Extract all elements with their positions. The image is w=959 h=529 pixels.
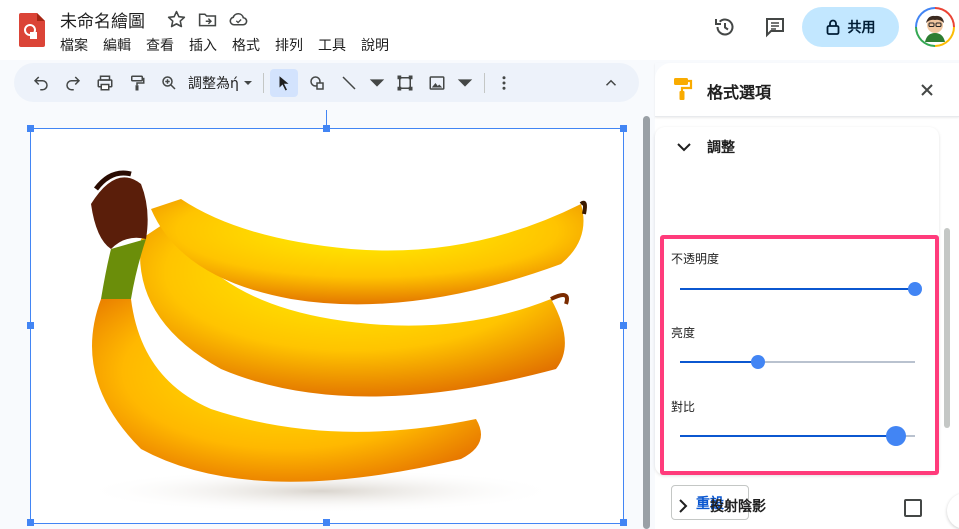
- lock-icon: [826, 19, 839, 35]
- collapse-toolbar-button[interactable]: [598, 69, 624, 97]
- opacity-label: 不透明度: [671, 252, 720, 266]
- drop-shadow-row[interactable]: 投射陰影: [655, 483, 939, 529]
- chevron-up-icon: [605, 79, 617, 86]
- undo-icon: [33, 75, 48, 90]
- opacity-slider-fill: [680, 288, 915, 290]
- format-options-panel: 格式選項 調整 不透明度 亮度 對比 重設 投射陰影: [655, 63, 959, 529]
- resize-handle-top-right[interactable]: [620, 125, 627, 132]
- resize-handle-bottom-left[interactable]: [27, 519, 34, 526]
- panel-header: 格式選項: [655, 63, 959, 117]
- zoom-fit-label: 調整為ή: [188, 75, 239, 92]
- insert-image-button[interactable]: [424, 69, 450, 97]
- history-icon: [715, 18, 734, 36]
- adjustments-card: 調整 不透明度 亮度 對比 重設: [655, 127, 939, 520]
- menu-help[interactable]: 說明: [361, 35, 389, 55]
- select-tool-button[interactable]: [269, 68, 298, 97]
- chevron-down-icon: [677, 143, 691, 152]
- app-header: 未命名繪圖 檔案 編輯 查看 插入 格式 排列 工具 說明 共用: [0, 0, 959, 60]
- drop-shadow-checkbox[interactable]: [904, 499, 922, 517]
- zoom-icon: [162, 75, 176, 90]
- move-folder-icon[interactable]: [197, 9, 218, 30]
- line-icon: [342, 75, 356, 90]
- menu-arrange[interactable]: 排列: [275, 35, 303, 55]
- title-actions: [166, 9, 249, 30]
- zoom-button[interactable]: [156, 69, 182, 97]
- more-vert-icon: [502, 75, 506, 90]
- panel-title: 格式選項: [707, 83, 772, 102]
- brightness-slider-knob[interactable]: [750, 355, 765, 369]
- opacity-slider-knob[interactable]: [908, 282, 922, 296]
- main-toolbar: 調整為ή: [14, 63, 639, 102]
- paint-roller-icon: [674, 78, 693, 100]
- chevron-right-icon: [679, 499, 688, 513]
- toolbar-divider: [262, 72, 264, 93]
- avatar-face: [917, 9, 953, 45]
- user-avatar-icon: [925, 15, 945, 42]
- share-button[interactable]: 共用: [802, 7, 899, 47]
- caret-down-icon: [369, 78, 385, 87]
- drawings-app: 未命名繪圖 檔案 編輯 查看 插入 格式 排列 工具 說明 共用 調整為ή 格式…: [0, 0, 959, 529]
- print-icon: [97, 75, 113, 90]
- cloud-saved-icon[interactable]: [228, 9, 249, 30]
- redo-icon: [66, 75, 81, 90]
- line-tool-dropdown[interactable]: [368, 69, 386, 97]
- selected-image[interactable]: [30, 128, 624, 524]
- menu-view[interactable]: 查看: [146, 35, 174, 55]
- account-avatar[interactable]: [915, 7, 955, 47]
- panel-scrollbar[interactable]: [944, 228, 950, 428]
- adjustments-section-label: 調整: [707, 140, 735, 156]
- banana-image: [81, 170, 587, 513]
- menu-insert[interactable]: 插入: [189, 35, 217, 55]
- text-box-icon: [397, 75, 413, 90]
- contrast-slider-fill: [680, 435, 897, 437]
- caret-down-icon: [457, 78, 473, 87]
- cursor-arrow-icon: [279, 75, 289, 90]
- menu-edit[interactable]: 編輯: [103, 35, 131, 55]
- brightness-label: 亮度: [671, 326, 696, 340]
- redo-button[interactable]: [60, 69, 86, 97]
- more-options-button[interactable]: [491, 69, 517, 97]
- zoom-fit-dropdown[interactable]: 調整為ή: [188, 73, 253, 93]
- drop-shadow-label: 投射陰影: [710, 499, 766, 515]
- star-icon[interactable]: [166, 9, 187, 30]
- menu-format[interactable]: 格式: [232, 35, 260, 55]
- line-tool-button[interactable]: [336, 69, 362, 97]
- resize-handle-top-left[interactable]: [27, 125, 34, 132]
- image-icon: [429, 75, 445, 90]
- close-icon[interactable]: [917, 80, 937, 100]
- toolbar-divider: [483, 72, 485, 93]
- paint-format-icon: [131, 75, 145, 90]
- insert-image-dropdown[interactable]: [456, 69, 474, 97]
- menu-bar: 檔案 編輯 查看 插入 格式 排列 工具 說明: [60, 35, 404, 55]
- brightness-slider-fill: [680, 361, 758, 363]
- comment-icon: [766, 18, 784, 38]
- menu-file[interactable]: 檔案: [60, 35, 88, 55]
- undo-button[interactable]: [28, 69, 54, 97]
- adjustments-section-toggle[interactable]: 調整: [675, 137, 735, 157]
- menu-tools[interactable]: 工具: [318, 35, 346, 55]
- resize-handle-bottom[interactable]: [323, 519, 330, 526]
- text-box-button[interactable]: [392, 69, 418, 97]
- contrast-label: 對比: [671, 400, 696, 414]
- paint-format-button[interactable]: [124, 69, 150, 97]
- share-label: 共用: [847, 20, 876, 36]
- panel-side-tab[interactable]: [947, 493, 959, 529]
- resize-handle-top[interactable]: [323, 125, 330, 132]
- canvas-scrollbar[interactable]: [643, 116, 650, 529]
- print-button[interactable]: [92, 69, 118, 97]
- caret-down-icon: [243, 80, 252, 85]
- resize-handle-right[interactable]: [620, 322, 627, 329]
- shapes-icon: [310, 75, 324, 90]
- document-title[interactable]: 未命名繪圖: [60, 7, 145, 32]
- resize-handle-left[interactable]: [27, 322, 34, 329]
- drawings-logo-icon[interactable]: [19, 13, 45, 47]
- shape-tool-button[interactable]: [304, 69, 330, 97]
- resize-handle-bottom-right[interactable]: [620, 519, 627, 526]
- version-history-button[interactable]: [710, 12, 740, 42]
- comments-button[interactable]: [760, 12, 790, 42]
